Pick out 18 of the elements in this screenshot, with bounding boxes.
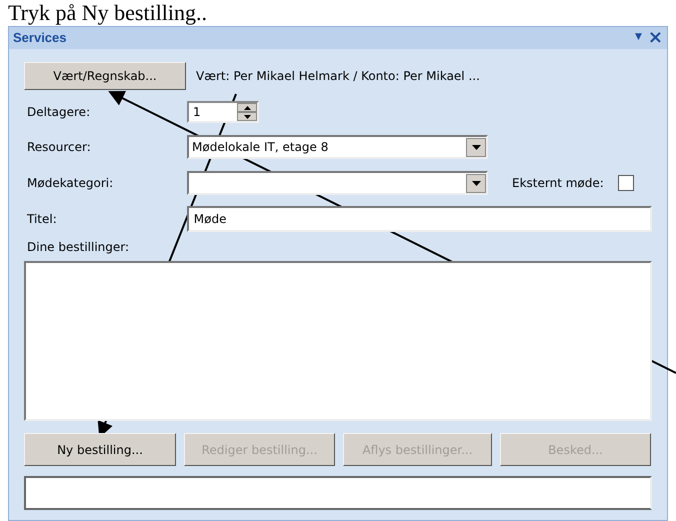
host-account-button[interactable]: Vært/Regnskab...: [24, 62, 186, 90]
external-meeting-label: Eksternt møde:: [512, 175, 604, 192]
category-label: Mødekategori:: [26, 175, 114, 192]
resources-label: Resourcer:: [26, 139, 92, 156]
panel-title: Services: [13, 29, 66, 48]
category-dropdown[interactable]: [187, 171, 488, 195]
action-button[interactable]: Ny bestilling...: [24, 433, 176, 466]
host-account-text: Vært: Per Mikael Helmark / Konto: Per Mikael ...: [196, 68, 480, 85]
dropdown-menu-button[interactable]: ▼: [634, 31, 642, 45]
spin-up-icon[interactable]: [237, 103, 257, 112]
title-label: Titel:: [26, 211, 58, 228]
resources-dropdown[interactable]: Mødelokale IT, etage 8: [187, 135, 488, 159]
title-field[interactable]: Møde: [186, 206, 652, 232]
caption: Tryk på Ny bestilling..: [8, 0, 208, 26]
spin-down-icon[interactable]: [237, 112, 257, 121]
external-meeting-checkbox[interactable]: [618, 175, 634, 191]
close-button[interactable]: ×: [648, 29, 663, 47]
participants-label: Deltagere:: [26, 104, 92, 121]
